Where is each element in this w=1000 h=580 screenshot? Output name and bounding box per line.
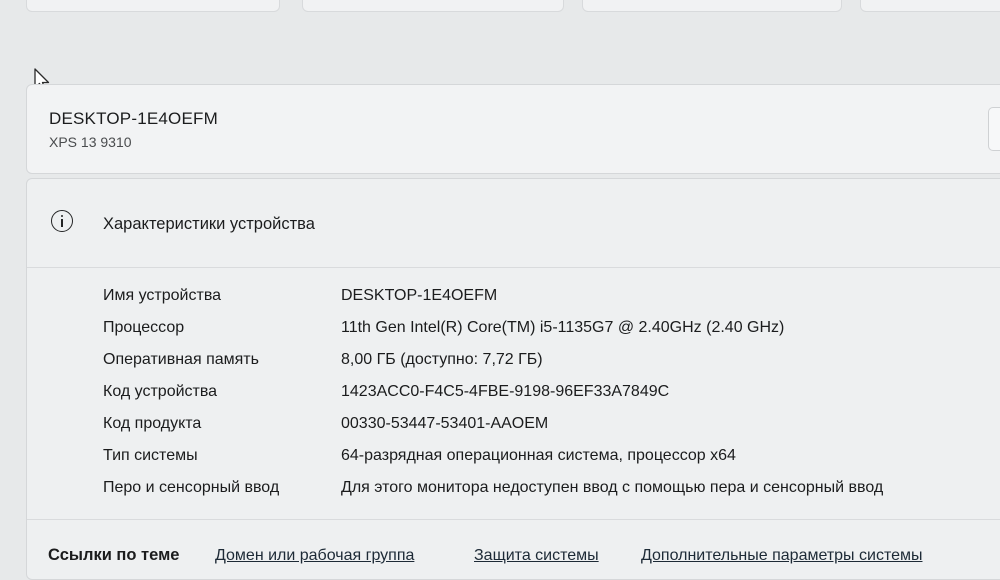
spec-row-ram: Оперативная память 8,00 ГБ (доступно: 7,… xyxy=(27,351,1000,379)
device-model: XPS 13 9310 xyxy=(49,134,132,150)
spec-value: 1423ACC0-F4C5-4FBE-9198-96EF33A7849C xyxy=(341,383,670,400)
spec-row-system-type: Тип системы 64-разрядная операционная си… xyxy=(27,447,1000,475)
spec-value: 8,00 ГБ (доступно: 7,72 ГБ) xyxy=(341,351,543,368)
spec-label: Процессор xyxy=(103,319,185,336)
related-links-bar: Ссылки по теме Домен или рабочая группа … xyxy=(0,520,1000,564)
spec-value: 11th Gen Intel(R) Core(TM) i5-1135G7 @ 2… xyxy=(341,319,785,336)
device-name: DESKTOP-1E4OEFM xyxy=(49,109,218,128)
spec-row-pen-touch: Перо и сенсорный ввод Для этого монитора… xyxy=(27,479,1000,507)
link-system-protection[interactable]: Защита системы xyxy=(474,547,599,565)
device-specs-header[interactable]: Характеристики устройства xyxy=(27,179,1000,268)
spec-value: 00330-53447-53401-AAOEM xyxy=(341,415,549,432)
link-advanced-system-settings[interactable]: Дополнительные параметры системы xyxy=(641,547,922,565)
spec-row-processor: Процессор 11th Gen Intel(R) Core(TM) i5-… xyxy=(27,319,1000,347)
spec-row-device-name: Имя устройства DESKTOP-1E4OEFM xyxy=(27,287,1000,315)
device-specs-title: Характеристики устройства xyxy=(103,215,315,233)
spec-value: Для этого монитора недоступен ввод с пом… xyxy=(341,479,884,496)
related-links-title: Ссылки по теме xyxy=(48,546,180,564)
spec-label: Код устройства xyxy=(103,383,218,400)
spec-label: Код продукта xyxy=(103,415,202,432)
top-card-1[interactable] xyxy=(26,0,280,12)
spec-label: Имя устройства xyxy=(103,287,222,304)
spec-label: Тип системы xyxy=(103,447,198,464)
top-card-3[interactable] xyxy=(582,0,842,12)
spec-value: DESKTOP-1E4OEFM xyxy=(341,287,498,304)
rename-button[interactable] xyxy=(988,107,1000,151)
device-name-card: DESKTOP-1E4OEFM XPS 13 9310 xyxy=(26,84,1000,174)
spec-row-product-id: Код продукта 00330-53447-53401-AAOEM xyxy=(27,415,1000,443)
link-domain-workgroup[interactable]: Домен или рабочая группа xyxy=(215,547,414,565)
top-card-4[interactable] xyxy=(860,0,1000,12)
top-card-2[interactable] xyxy=(302,0,564,12)
spec-label: Перо и сенсорный ввод xyxy=(103,479,280,496)
info-icon xyxy=(51,210,73,232)
spec-label: Оперативная память xyxy=(103,351,259,368)
spec-row-device-id: Код устройства 1423ACC0-F4C5-4FBE-9198-9… xyxy=(27,383,1000,411)
spec-value: 64-разрядная операционная система, проце… xyxy=(341,447,736,464)
